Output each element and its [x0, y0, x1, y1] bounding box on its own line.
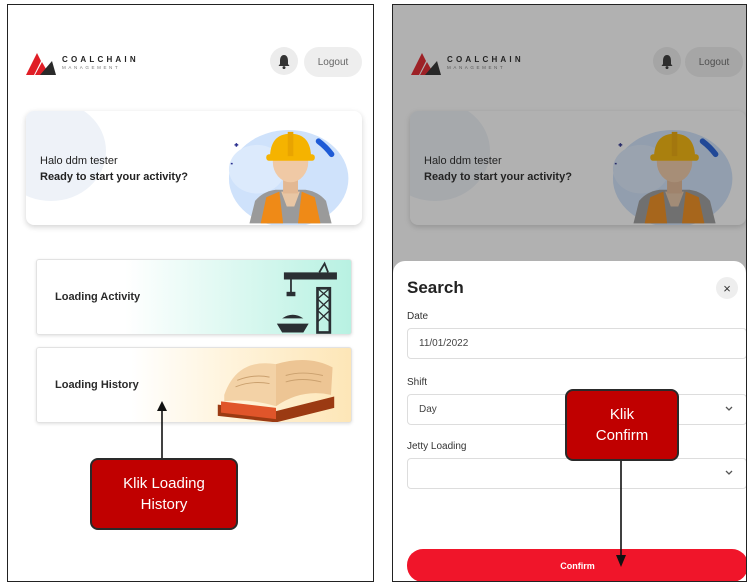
modal-title: Search	[407, 278, 464, 297]
book-icon	[217, 359, 335, 422]
close-icon: ×	[723, 280, 731, 296]
chevron-down-icon	[725, 470, 733, 475]
notification-button[interactable]	[270, 47, 298, 75]
coalchain-logo: COALCHAIN MANAGEMENT	[26, 51, 139, 75]
worker-illustration-icon	[214, 115, 354, 225]
jetty-loading-label: Jetty Loading	[407, 441, 467, 452]
shift-label: Shift	[407, 377, 428, 388]
chevron-down-icon	[725, 406, 733, 411]
annotation-klik-loading-history: Klik Loading History	[90, 458, 238, 530]
annotation-line-1: Klik Loading	[123, 475, 205, 492]
annotation-line-2: History	[140, 496, 188, 513]
greeting-subtitle: Ready to start your activity?	[40, 171, 188, 183]
greeting-text: Halo ddm tester	[40, 155, 118, 167]
bell-icon	[278, 55, 290, 69]
jetty-loading-select[interactable]	[407, 458, 746, 489]
brand-subtitle: MANAGEMENT	[62, 64, 121, 70]
loading-activity-label: Loading Activity	[55, 291, 141, 303]
annotation-arrow	[157, 401, 167, 461]
annotation-arrow	[616, 461, 626, 567]
shift-value: Day	[419, 404, 437, 415]
date-value: 11/01/2022	[419, 338, 469, 349]
crane-icon	[275, 262, 339, 334]
loading-history-label: Loading History	[55, 379, 139, 391]
logout-button[interactable]: Logout	[304, 47, 362, 77]
coalchain-logo-icon	[26, 53, 56, 75]
annotation-line-2: Confirm	[595, 427, 649, 444]
loading-activity-card[interactable]: Loading Activity	[36, 259, 352, 335]
home-screen: COALCHAIN MANAGEMENT Logout Halo ddm tes…	[7, 4, 374, 582]
brand-name: COALCHAIN	[62, 54, 139, 64]
search-screen: COALCHAIN MANAGEMENT Logout Halo ddm tes…	[392, 4, 747, 582]
date-label: Date	[407, 311, 429, 322]
close-button[interactable]: ×	[716, 277, 738, 299]
date-input[interactable]: 11/01/2022	[407, 328, 746, 359]
annotation-line-1: Klik	[609, 406, 635, 423]
loading-history-card[interactable]: Loading History	[36, 347, 352, 423]
confirm-button[interactable]: Confirm	[407, 549, 746, 581]
greeting-card: Halo ddm tester Ready to start your acti…	[26, 111, 362, 225]
annotation-klik-confirm: Klik Confirm	[565, 389, 679, 461]
